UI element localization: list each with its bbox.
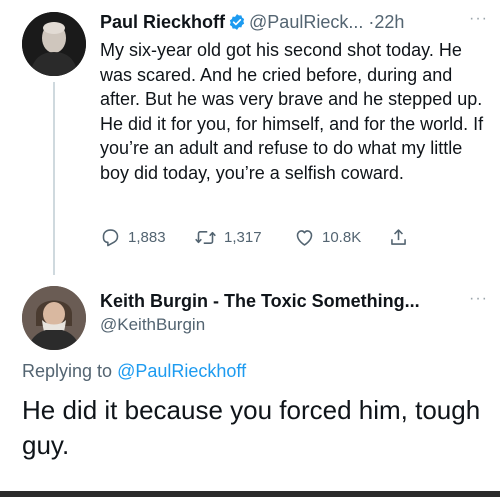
keith-avatar[interactable]: [22, 286, 86, 350]
thread-line: [53, 82, 55, 275]
reply-text: He did it because you forced him, tough …: [22, 395, 481, 460]
reply-icon: [100, 227, 121, 248]
bottom-bar: [0, 491, 500, 497]
reply-author-name[interactable]: Keith Burgin - The Toxic Something...: [100, 291, 420, 311]
like-icon: [294, 227, 315, 248]
retweet-icon: [194, 227, 217, 248]
reply-more-options-icon[interactable]: ···: [469, 290, 488, 308]
reply-header: Keith Burgin - The Toxic Something...: [100, 289, 480, 313]
paul-avatar[interactable]: [22, 12, 86, 76]
tweet-actions: 1,883 1,317 10.8K: [100, 226, 430, 248]
verified-icon: [228, 13, 246, 37]
author-name[interactable]: Paul Rieckhoff: [100, 12, 225, 32]
replying-mention[interactable]: @PaulRieckhoff: [117, 361, 246, 381]
reply-button[interactable]: 1,883: [100, 227, 194, 248]
replying-prefix: Replying to: [22, 361, 113, 381]
tweet-header: Paul Rieckhoff @PaulRieck... ·22h: [100, 10, 490, 37]
share-icon: [388, 227, 409, 248]
reply-author-handle[interactable]: @KeithBurgin: [100, 315, 205, 335]
tweet-time[interactable]: 22h: [374, 12, 404, 32]
tweet-text: My six-year old got his second shot toda…: [100, 40, 484, 183]
like-count: 10.8K: [322, 228, 362, 246]
more-options-icon[interactable]: ···: [469, 10, 488, 28]
replying-to: Replying to @PaulRieckhoff: [22, 361, 246, 382]
like-button[interactable]: 10.8K: [294, 227, 388, 248]
retweet-count: 1,317: [224, 228, 262, 246]
author-handle[interactable]: @PaulRieck...: [249, 12, 363, 32]
reply-count: 1,883: [128, 228, 166, 246]
retweet-button[interactable]: 1,317: [194, 227, 294, 248]
share-button[interactable]: [388, 227, 409, 248]
